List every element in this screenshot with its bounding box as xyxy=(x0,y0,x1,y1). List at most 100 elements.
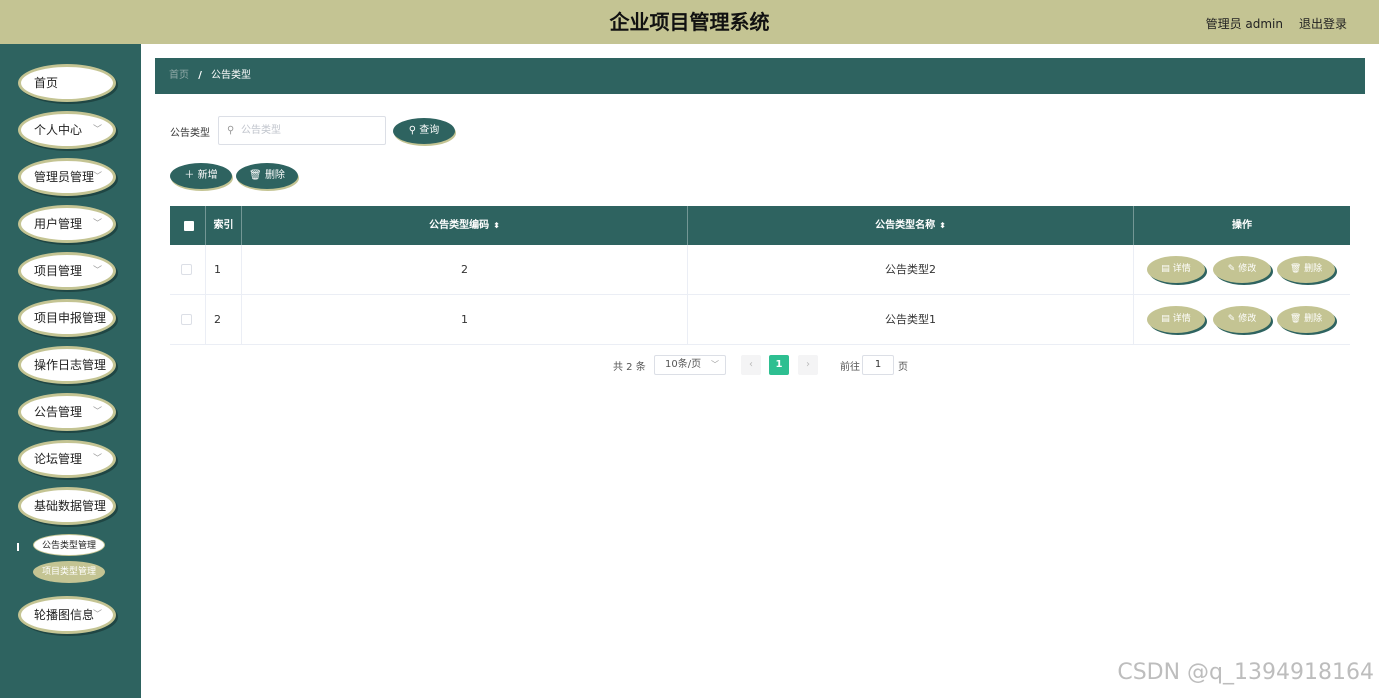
detail-button-label: 详情 xyxy=(1172,314,1191,324)
column-header-code[interactable]: 公告类型编码 ⬍ xyxy=(242,206,688,245)
search-placeholder: 公告类型 xyxy=(241,125,281,136)
sidebar-item-user-management[interactable]: 用户管理 ﹀ xyxy=(18,205,116,243)
actions-cell: ▤ 详情 ✎ 修改 🗑 删除 xyxy=(1134,295,1350,345)
code-cell: 2 xyxy=(242,245,688,295)
next-page-button[interactable]: › xyxy=(798,355,818,375)
index-cell: 2 xyxy=(206,295,242,345)
search-icon: ⚲ xyxy=(227,125,235,136)
column-header-label: 公告类型编码 xyxy=(429,220,490,231)
watermark: CSDN @q_1394918164 xyxy=(1117,660,1374,685)
search-input[interactable]: ⚲ 公告类型 xyxy=(218,116,386,145)
delete-button-label: 删除 xyxy=(264,170,285,181)
goto-suffix: 页 xyxy=(898,362,908,373)
sidebar-item-label: 首页 xyxy=(34,76,59,90)
sidebar-item-basic-data[interactable]: 基础数据管理 xyxy=(18,487,116,525)
sidebar-item-carousel[interactable]: 轮播图信息 ﹀ xyxy=(18,596,116,634)
sidebar-subitem-project-type[interactable]: 项目类型管理 xyxy=(33,561,105,583)
chevron-down-icon: ﹀ xyxy=(711,360,719,369)
goto-label: 前往 xyxy=(840,362,860,373)
detail-button[interactable]: ▤ 详情 xyxy=(1147,256,1205,283)
goto-page-input[interactable]: 1 xyxy=(862,355,894,375)
prev-page-button[interactable]: ‹ xyxy=(741,355,761,375)
index-cell: 1 xyxy=(206,245,242,295)
row-delete-button-label: 删除 xyxy=(1304,264,1323,274)
name-cell: 公告类型2 xyxy=(688,245,1134,295)
app-title: 企业项目管理系统 xyxy=(609,10,770,34)
sidebar-item-label: 公告管理 xyxy=(34,405,83,419)
sidebar-item-label: 论坛管理 xyxy=(34,452,83,466)
search-button-label: 查询 xyxy=(419,125,440,136)
row-checkbox[interactable] xyxy=(181,264,192,275)
chevron-down-icon: ﹀ xyxy=(92,610,102,620)
add-button[interactable]: ＋ 新增 xyxy=(170,163,232,189)
column-header-name[interactable]: 公告类型名称 ⬍ xyxy=(688,206,1134,245)
page-number-button[interactable]: 1 xyxy=(769,355,789,375)
sidebar-subitem-announcement-type[interactable]: 公告类型管理 xyxy=(33,534,105,556)
sidebar-item-project-declaration[interactable]: 项目申报管理 xyxy=(18,299,116,337)
sidebar-item-label: 轮播图信息 xyxy=(34,608,95,622)
page-size-select[interactable]: 10条/页 ﹀ xyxy=(654,355,726,375)
sidebar-item-personal-center[interactable]: 个人中心 ﹀ xyxy=(18,111,116,149)
detail-button[interactable]: ▤ 详情 xyxy=(1147,306,1205,333)
code-cell: 1 xyxy=(242,295,688,345)
delete-button[interactable]: 🗑 删除 xyxy=(236,163,298,189)
sidebar-item-label: 项目申报管理 xyxy=(34,311,107,325)
sidebar-item-label: 用户管理 xyxy=(34,217,83,231)
column-header-index: 索引 xyxy=(206,206,242,245)
row-delete-button[interactable]: 🗑 删除 xyxy=(1277,256,1335,283)
sidebar-item-label: 管理员管理 xyxy=(34,170,95,184)
sidebar-item-admin-management[interactable]: 管理员管理 ﹀ xyxy=(18,158,116,196)
table-header: 索引 公告类型编码 ⬍ 公告类型名称 ⬍ 操作 xyxy=(170,206,1350,245)
sidebar-item-label: 个人中心 xyxy=(34,123,83,137)
sort-icon[interactable]: ⬍ xyxy=(939,221,946,230)
chevron-down-icon: ﹀ xyxy=(92,266,102,276)
chevron-down-icon: ﹀ xyxy=(92,407,102,417)
chevron-down-icon: ﹀ xyxy=(92,172,102,182)
trash-icon: 🗑 xyxy=(1289,264,1302,274)
sidebar-item-label: 基础数据管理 xyxy=(34,499,107,513)
current-user-label: 管理员 admin xyxy=(1205,17,1283,31)
row-checkbox[interactable] xyxy=(181,314,192,325)
sidebar-item-operation-log[interactable]: 操作日志管理 xyxy=(18,346,116,384)
sidebar-item-label: 项目管理 xyxy=(34,264,83,278)
search-button[interactable]: ⚲ 查询 xyxy=(393,118,455,144)
sort-icon[interactable]: ⬍ xyxy=(493,221,500,230)
row-select-cell xyxy=(170,295,206,345)
plus-icon: ＋ xyxy=(184,170,195,181)
row-delete-button-label: 删除 xyxy=(1304,314,1323,324)
top-header-bar: 企业项目管理系统 管理员 admin 退出登录 xyxy=(0,0,1379,44)
document-icon: ▤ xyxy=(1161,314,1170,324)
pencil-icon: ✎ xyxy=(1227,264,1236,274)
sidebar-item-forum-management[interactable]: 论坛管理 ﹀ xyxy=(18,440,116,478)
breadcrumb-current: 公告类型 xyxy=(211,70,252,81)
pencil-icon: ✎ xyxy=(1227,314,1236,324)
select-all-checkbox[interactable] xyxy=(184,221,194,231)
actions-cell: ▤ 详情 ✎ 修改 🗑 删除 xyxy=(1134,245,1350,295)
breadcrumb-home-link[interactable]: 首页 xyxy=(169,70,189,81)
edit-button[interactable]: ✎ 修改 xyxy=(1213,306,1271,333)
trash-icon: 🗑 xyxy=(249,170,262,181)
breadcrumb: 首页 / 公告类型 xyxy=(155,58,1365,94)
edit-button[interactable]: ✎ 修改 xyxy=(1213,256,1271,283)
chevron-down-icon: ﹀ xyxy=(92,125,102,135)
table-row: 2 1 公告类型1 ▤ 详情 ✎ 修改 🗑 删除 xyxy=(170,295,1350,345)
detail-button-label: 详情 xyxy=(1172,264,1191,274)
chevron-down-icon: ﹀ xyxy=(92,219,102,229)
active-indicator xyxy=(17,543,19,551)
sidebar-item-label: 操作日志管理 xyxy=(34,358,107,372)
logout-link[interactable]: 退出登录 xyxy=(1299,15,1347,32)
sidebar-item-announcement-management[interactable]: 公告管理 ﹀ xyxy=(18,393,116,431)
edit-button-label: 修改 xyxy=(1238,314,1257,324)
page-size-value: 10条/页 xyxy=(665,359,702,370)
select-all-cell xyxy=(170,206,206,245)
pagination-total: 共 2 条 xyxy=(613,362,646,373)
add-button-label: 新增 xyxy=(197,170,218,181)
sidebar-item-project-management[interactable]: 项目管理 ﹀ xyxy=(18,252,116,290)
column-header-label: 操作 xyxy=(1232,220,1252,231)
sidebar-item-home[interactable]: 首页 xyxy=(18,64,116,102)
search-icon: ⚲ xyxy=(408,125,417,136)
column-header-actions: 操作 xyxy=(1134,206,1350,245)
chevron-down-icon: ﹀ xyxy=(92,454,102,464)
row-select-cell xyxy=(170,245,206,295)
row-delete-button[interactable]: 🗑 删除 xyxy=(1277,306,1335,333)
